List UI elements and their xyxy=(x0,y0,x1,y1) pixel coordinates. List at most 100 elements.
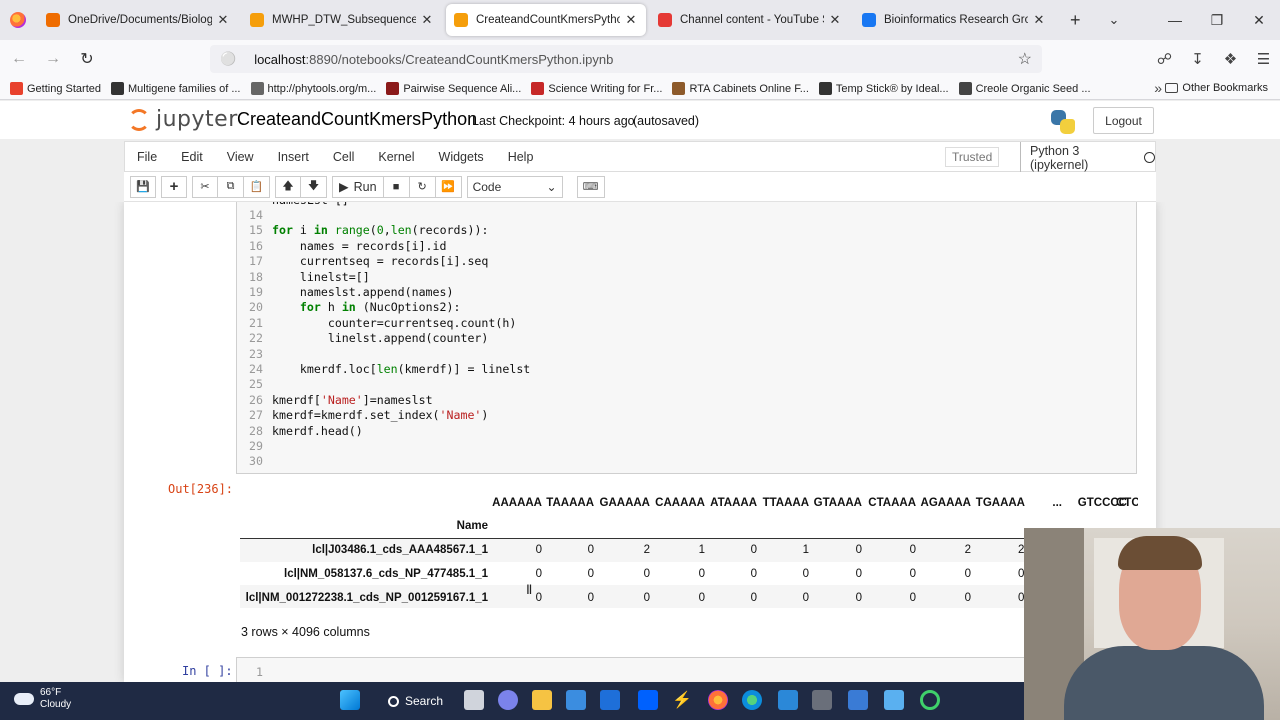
app-network-icon[interactable] xyxy=(848,690,868,710)
app-settings-icon[interactable] xyxy=(812,690,832,710)
bookmark-item[interactable]: Science Writing for Fr... xyxy=(531,82,662,95)
table-cell: 0 xyxy=(964,568,971,580)
close-tab-icon[interactable]: ✕ xyxy=(420,12,434,28)
close-tab-icon[interactable]: ✕ xyxy=(1032,12,1046,28)
address-bar[interactable]: ⚪ localhost:8890/notebooks/CreateandCoun… xyxy=(210,45,1042,73)
bookmark-favicon-icon xyxy=(958,82,972,95)
menu-kernel[interactable]: Kernel xyxy=(366,150,426,164)
bookmark-item[interactable]: Creole Organic Seed ... xyxy=(958,82,1091,95)
mail-icon[interactable] xyxy=(600,690,620,710)
code-line: 24 kmerdf.loc[len(kmerdf)] = linelst xyxy=(237,362,1117,377)
tab-favicon-icon xyxy=(862,13,876,27)
command-palette-icon[interactable]: ⌨ xyxy=(576,175,605,198)
forward-icon[interactable]: → xyxy=(38,44,68,74)
reload-icon[interactable]: ↻ xyxy=(72,44,102,74)
new-tab-icon[interactable]: + xyxy=(1056,0,1095,40)
pocket-icon[interactable]: ☍ xyxy=(1148,50,1181,68)
restore-icon[interactable]: ❐ xyxy=(1196,0,1238,40)
code-cell[interactable]: namesLst=[]1415for i in range(0,len(reco… xyxy=(236,202,1137,474)
table-cell: 0 xyxy=(855,568,862,580)
table-cell: 0 xyxy=(909,568,916,580)
tab-list-chevron-icon[interactable]: ⌄ xyxy=(1095,0,1134,40)
menu-help[interactable]: Help xyxy=(496,150,546,164)
app-ring-icon[interactable] xyxy=(920,690,940,710)
chat-icon[interactable] xyxy=(498,690,518,710)
close-window-icon[interactable]: ✕ xyxy=(1238,0,1280,40)
interrupt-icon[interactable]: ■ xyxy=(383,175,410,198)
menu-cell[interactable]: Cell xyxy=(321,150,367,164)
chevron-down-icon: ⌄ xyxy=(546,179,557,194)
cut-icon[interactable]: ✂ xyxy=(192,175,218,198)
notepad-icon[interactable] xyxy=(884,690,904,710)
firefox-icon[interactable] xyxy=(0,0,36,40)
browser-tab[interactable]: MWHP_DTW_SubsequenceMatc ✕ xyxy=(242,4,442,36)
paste-icon[interactable]: 📋 xyxy=(244,175,270,198)
firefox-taskbar-icon[interactable] xyxy=(708,690,728,710)
bookmark-item[interactable]: Multigene families of ... xyxy=(111,82,241,95)
browser-tab[interactable]: Bioinformatics Research Group ✕ xyxy=(854,4,1054,36)
microsoft-store-icon[interactable] xyxy=(566,690,586,710)
menu-insert[interactable]: Insert xyxy=(266,150,321,164)
logout-button[interactable]: Logout xyxy=(1093,107,1154,134)
url-path: :8890/notebooks/CreateandCountKmersPytho… xyxy=(305,51,614,67)
notebook-title[interactable]: CreateandCountKmersPython xyxy=(237,109,477,130)
table-cell: 0 xyxy=(909,544,916,556)
restart-icon[interactable]: ↻ xyxy=(409,175,436,198)
kernel-indicator[interactable]: Python 3 (ipykernel) xyxy=(1020,142,1155,173)
bookmark-item[interactable]: Pairwise Sequence Ali... xyxy=(386,82,521,95)
cell-type-select[interactable]: Code ⌄ xyxy=(466,175,563,198)
row-index-label: lcl|J03486.1_cds_AAA48567.1_1 xyxy=(312,544,488,556)
weather-temp: 66°F xyxy=(40,687,62,698)
menu-widgets[interactable]: Widgets xyxy=(427,150,496,164)
bookmark-item[interactable]: RTA Cabinets Online F... xyxy=(672,82,809,95)
trusted-indicator[interactable]: Trusted xyxy=(945,147,1000,167)
menu-file[interactable]: File xyxy=(125,150,169,164)
bookmark-item[interactable]: Getting Started xyxy=(10,82,101,95)
task-view-icon[interactable] xyxy=(464,690,484,710)
windows-start-icon[interactable] xyxy=(340,690,360,710)
save-icon[interactable]: 💾 xyxy=(130,175,156,198)
cloud-icon xyxy=(14,693,34,705)
jupyter-logo[interactable]: jupyter xyxy=(128,107,238,132)
weather-widget[interactable]: 66°F Cloudy xyxy=(14,687,71,711)
shield-icon[interactable]: ⚪ xyxy=(220,51,236,67)
minimize-icon[interactable]: — xyxy=(1154,0,1196,40)
bookmark-item[interactable]: http://phytools.org/m... xyxy=(250,82,376,95)
run-button[interactable]: ▶ Run xyxy=(332,175,384,198)
line-number: 23 xyxy=(249,346,263,361)
taskbar-search[interactable]: Search xyxy=(378,690,453,712)
index-name: Name xyxy=(456,520,488,532)
restart-run-all-icon[interactable]: ⏩ xyxy=(435,175,462,198)
file-explorer-icon[interactable] xyxy=(532,690,552,710)
extensions-icon[interactable]: ❖ xyxy=(1214,50,1247,68)
menu-icon[interactable]: ☰ xyxy=(1247,50,1280,68)
notebook-menu-bar: File Edit View Insert Cell Kernel Widgets Help … xyxy=(124,141,1156,173)
back-icon[interactable]: ← xyxy=(4,44,34,74)
move-up-icon[interactable]: 🡅 xyxy=(275,175,301,198)
menu-edit[interactable]: Edit xyxy=(169,150,215,164)
menu-view[interactable]: View xyxy=(215,150,266,164)
move-down-icon[interactable]: 🡇 xyxy=(301,175,327,198)
other-bookmarks[interactable]: Other Bookmarks xyxy=(1165,82,1268,94)
bookmarks-overflow-icon[interactable]: » xyxy=(1154,80,1162,96)
column-header: TTAAAA xyxy=(762,497,809,509)
close-tab-icon[interactable]: ✕ xyxy=(624,12,638,28)
copy-icon[interactable]: ⧉ xyxy=(218,175,244,198)
remote-desktop-icon[interactable] xyxy=(778,690,798,710)
bookmark-star-icon[interactable]: ☆ xyxy=(1018,49,1032,69)
search-icon xyxy=(388,695,399,707)
add-cell-icon[interactable]: + xyxy=(161,175,187,198)
close-tab-icon[interactable]: ✕ xyxy=(828,12,842,28)
run-label: Run xyxy=(353,179,377,194)
empty-code-cell[interactable]: 1 xyxy=(236,657,1036,682)
dropbox-icon[interactable] xyxy=(638,690,658,710)
app-lightning-icon[interactable]: ⚡ xyxy=(672,690,692,710)
browser-tab[interactable]: CreateandCountKmersPython - ✕ xyxy=(446,4,646,36)
close-tab-icon[interactable]: ✕ xyxy=(216,12,230,28)
edge-icon[interactable] xyxy=(742,690,762,710)
table-cell: 2 xyxy=(964,544,971,556)
browser-tab[interactable]: Channel content - YouTube Stud ✕ xyxy=(650,4,850,36)
bookmark-item[interactable]: Temp Stick® by Ideal... xyxy=(818,82,949,95)
downloads-icon[interactable]: ↧ xyxy=(1181,50,1214,68)
browser-tab[interactable]: OneDrive/Documents/Biology P ✕ xyxy=(38,4,238,36)
